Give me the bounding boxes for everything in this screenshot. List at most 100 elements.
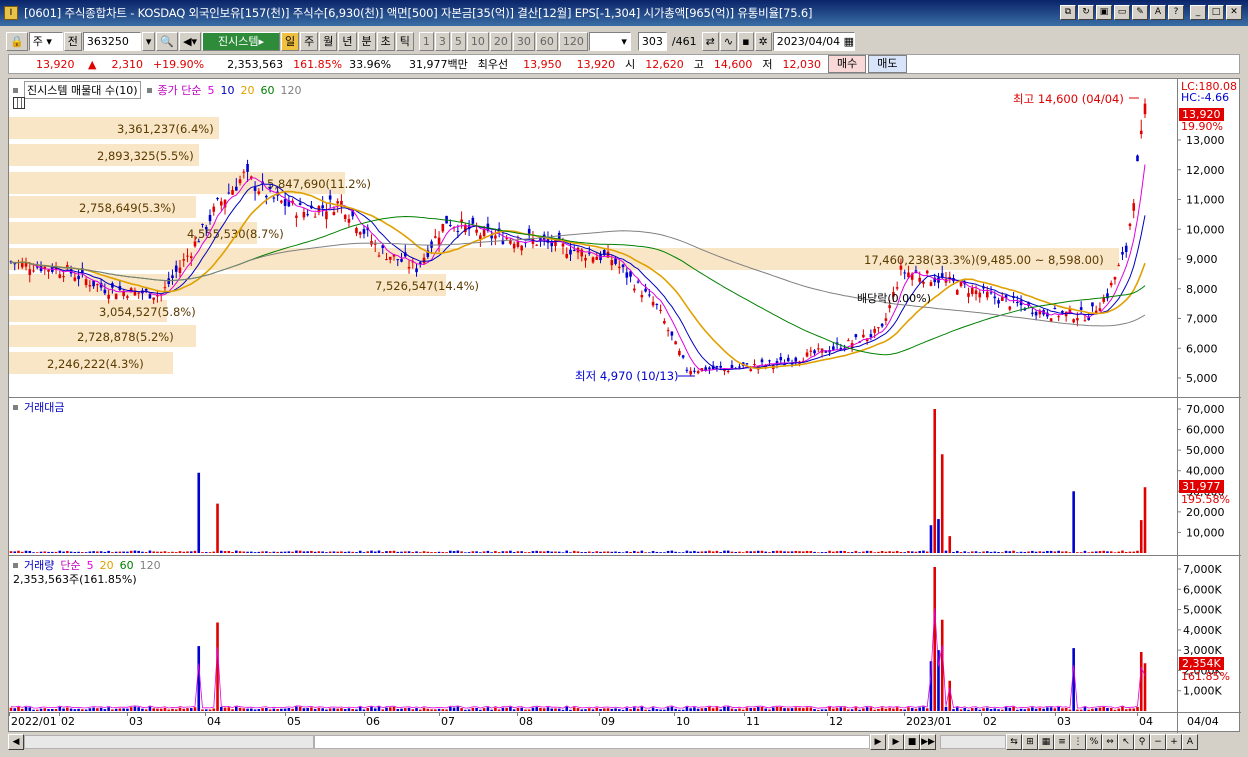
candle-body [1117,265,1121,267]
volume-bar [554,708,557,711]
sell-button[interactable]: 매도 [868,55,907,73]
crosshair-icon[interactable]: ⊞ [1022,734,1038,750]
volume-bar [621,709,625,711]
dropdown-icon[interactable]: ▾ [141,31,156,51]
range-icon[interactable]: ⇔ [1102,734,1118,750]
volume-bar [1061,708,1064,711]
minimize-button[interactable]: _ [1190,5,1206,20]
amount-bar [505,551,508,553]
period-3[interactable]: 3 [434,31,450,51]
fast-forward-icon[interactable]: ▶▶ [920,734,936,750]
candle-body [171,275,174,278]
amount-bar [268,552,272,553]
tab-day[interactable]: 일 [281,31,300,51]
candle-body [103,289,107,294]
scroll-bar[interactable]: ◀ ▶ ▶ ■ ▶▶ ⇆ ⊞ ▦ ≡ ⋮ % ⇔ ↖ ⚲ − + A [8,733,1240,751]
volume-bar [587,708,591,711]
play-icon[interactable]: ▶ [888,734,904,750]
bars-icon[interactable]: ≡ [1054,734,1070,750]
stock-name-badge[interactable]: 진시스템▸ [202,31,281,51]
amount-bar [437,551,441,553]
candle-body [738,366,741,368]
stop-icon[interactable]: ■ [904,734,920,750]
link-icon[interactable]: ⧉ [1060,5,1076,20]
period-60[interactable]: 60 [535,31,558,51]
volume-bar [144,709,148,711]
speaker-icon[interactable]: ◀▾ [179,31,202,51]
scroll-thumb[interactable] [314,735,870,749]
buy-button[interactable]: 매수 [828,55,867,73]
volume-bar [358,706,362,711]
search-icon[interactable]: 🔍 [156,31,179,51]
amount-bar [407,551,411,553]
screen-icon[interactable]: ▭ [1114,5,1130,20]
amount-bar [208,552,212,553]
settings-icon[interactable]: ✎ [1132,5,1148,20]
chart-area[interactable]: 13,000 12,000 11,000 10,000 9,000 8,000 7,000 6… [8,78,1241,733]
amount-bar [212,551,216,553]
auto-icon[interactable]: A [1182,734,1198,750]
volume-bar [633,707,636,711]
chart-type-icon[interactable]: ∿ [719,31,738,51]
vline-icon[interactable]: ⋮ [1070,734,1086,750]
plus-icon[interactable]: + [1166,734,1182,750]
volume-bar [910,708,914,711]
font-icon[interactable]: A [1150,5,1166,20]
x-axis-tick [981,712,982,716]
percent-icon[interactable]: % [1086,734,1102,750]
grid-toggle-icon[interactable]: ▦ [1038,734,1054,750]
lock-icon[interactable]: 🔒 [6,31,28,51]
period-20[interactable]: 20 [489,31,512,51]
save-icon[interactable]: ▪ [738,31,754,51]
tab-year[interactable]: 년 [338,31,357,51]
close-button[interactable]: ✕ [1226,5,1242,20]
zoom-icon[interactable]: ⚲ [1134,734,1150,750]
period-1[interactable]: 1 [418,31,434,51]
type-select[interactable]: 주 ▾ [28,31,63,51]
amount-bar [715,550,719,553]
amount-bar [13,551,17,553]
scroll-right-icon[interactable]: ▶ [870,734,886,750]
tab-second[interactable]: 초 [376,31,395,51]
zoom-slider[interactable] [940,735,1006,749]
scroll-left-icon[interactable]: ◀ [8,734,24,750]
amount-bar [681,552,685,553]
chart-canvas[interactable]: 13,000 12,000 11,000 10,000 9,000 8,000 7,000 6… [9,79,1241,733]
period-10[interactable]: 10 [466,31,489,51]
grid-icon[interactable] [13,97,25,109]
amount-bar [1034,551,1038,553]
amount-bar [1008,551,1012,553]
cursor-icon[interactable]: ↖ [1118,734,1134,750]
amount-bar [84,552,88,553]
date-input[interactable]: 2023/04/04 ▦ [772,31,855,51]
tab-week[interactable]: 주 [300,31,319,51]
volume-bar [370,706,373,711]
period-30[interactable]: 30 [512,31,535,51]
candle-body [666,330,670,332]
maximize-button[interactable]: □ [1208,5,1224,20]
period-120[interactable]: 120 [558,31,588,51]
candle-body [670,331,674,336]
amount-bar [88,551,92,553]
save-layout-icon[interactable]: ▣ [1096,5,1112,20]
tab-month[interactable]: 월 [319,31,338,51]
code-input[interactable]: 363250 [82,31,141,51]
split-icon[interactable]: ⇆ [1006,734,1022,750]
volume-bar [745,707,749,711]
minus-icon[interactable]: − [1150,734,1166,750]
x-axis-label: 03 [1057,715,1071,728]
scroll-track[interactable] [24,735,314,749]
tab-tick[interactable]: 틱 [395,31,414,51]
count-input[interactable]: 303 [637,31,667,51]
tab-minute[interactable]: 분 [357,31,376,51]
period-custom[interactable]: ▾ [588,31,631,51]
help-icon[interactable]: ? [1168,5,1184,20]
x-axis-right-label: 04/04 [1187,715,1219,728]
period-5[interactable]: 5 [450,31,466,51]
amount-bar [531,551,535,553]
prev-button[interactable]: 전 [63,31,82,51]
tool-icon[interactable]: ⇄ [701,31,719,51]
gear-icon[interactable]: ✲ [754,31,772,51]
refresh-icon[interactable]: ↻ [1078,5,1094,20]
amount-bar [81,552,84,553]
